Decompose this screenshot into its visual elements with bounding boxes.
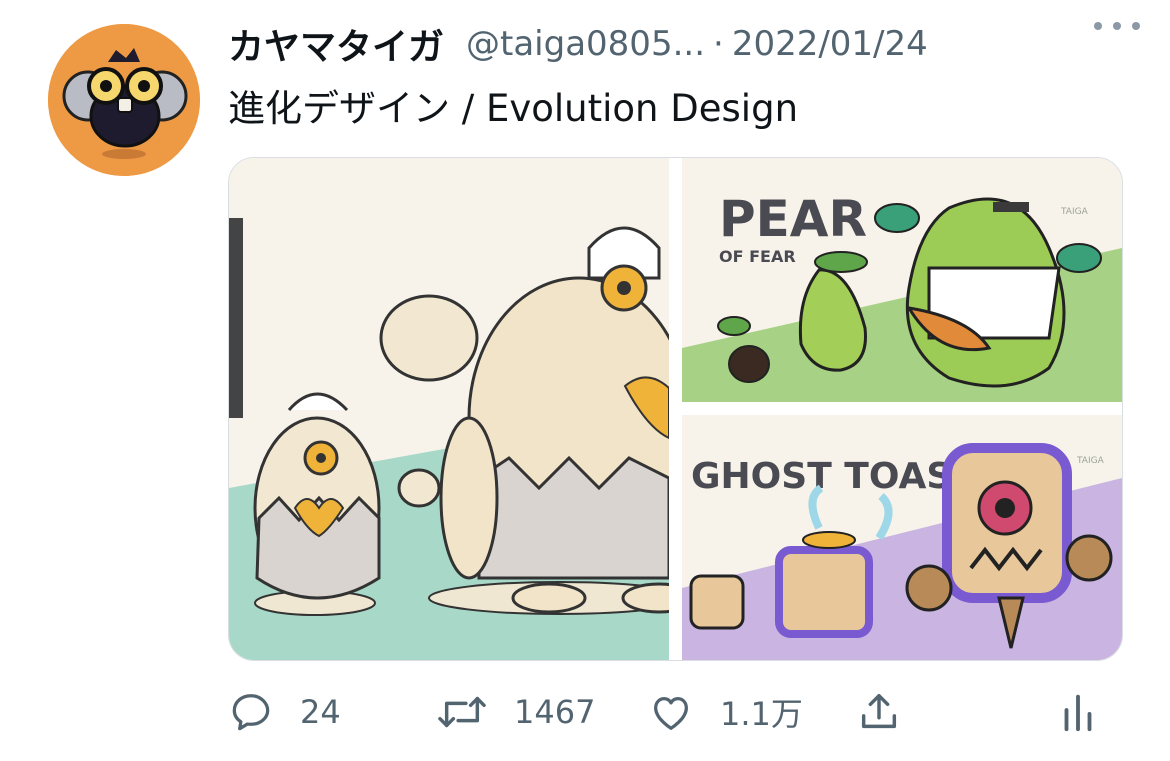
speech-bubble-icon [232,694,270,731]
user-handle[interactable]: @taiga0805... [466,24,705,64]
media-image-egg[interactable] [229,158,697,660]
retweet-button[interactable]: 1467 [436,686,595,738]
media-image-toast[interactable]: GHOST TOAST TAIGA [682,415,1122,660]
tweet-header: カヤマタイガ @taiga0805... · 2022/01/24 [228,18,1146,70]
media-image-pear[interactable]: PEAR OF FEAR TAIGA [682,158,1122,402]
tweet-media-grid: PEAR OF FEAR TAIGA GHOST TOAST TAIGA [228,157,1123,661]
toast-signature: TAIGA [1076,456,1105,466]
display-name[interactable]: カヤマタイガ [228,18,444,70]
tweet-date[interactable]: 2022/01/24 [732,24,928,64]
tweet-text: 進化デザイン / Evolution Design [228,87,799,130]
pear-signature: TAIGA [1060,207,1089,217]
retweet-arrows-icon [438,696,486,728]
bar-chart-icon [1064,694,1092,732]
author-avatar[interactable] [48,24,200,176]
retweet-count: 1467 [514,693,596,731]
more-dots-icon[interactable] [1094,14,1140,38]
share-button[interactable] [856,686,902,738]
like-button[interactable]: 1.1万 [648,686,803,738]
pear-subtitle: OF FEAR [719,247,796,266]
separator-dot: · [713,24,724,64]
reply-count: 24 [300,693,341,731]
analytics-button[interactable] [1058,686,1098,738]
toast-title: GHOST TOAST [691,456,977,497]
pear-title: PEAR [719,190,867,248]
share-upload-icon [861,693,897,729]
heart-icon [654,696,688,730]
tweet-actions: 24 1467 1.1万 [228,686,1098,738]
reply-button[interactable]: 24 [228,686,341,738]
like-count: 1.1万 [720,695,803,733]
